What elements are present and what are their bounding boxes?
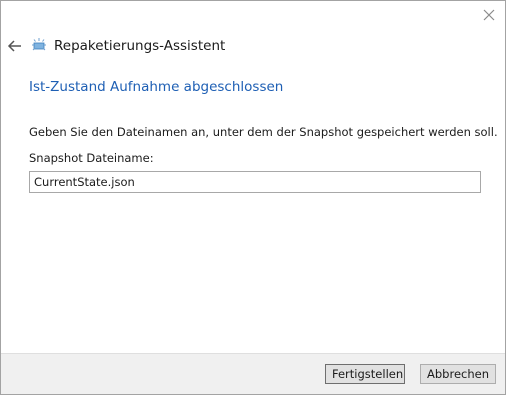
finish-button[interactable]: Fertigstellen — [325, 364, 405, 384]
back-arrow-icon[interactable] — [7, 38, 23, 52]
window-title: Repaketierungs-Assistent — [54, 38, 226, 54]
close-icon[interactable] — [481, 7, 497, 23]
package-icon — [30, 36, 48, 54]
button-bar: Fertigstellen Abbrechen — [1, 353, 505, 394]
snapshot-filename-input[interactable] — [29, 171, 481, 193]
wizard-window: Repaketierungs-Assistent Ist-Zustand Auf… — [0, 0, 506, 395]
instruction-text: Geben Sie den Dateinamen an, unter dem d… — [29, 125, 498, 139]
page-heading: Ist-Zustand Aufnahme abgeschlossen — [29, 79, 284, 95]
cancel-button[interactable]: Abbrechen — [420, 364, 496, 384]
snapshot-filename-label: Snapshot Dateiname: — [29, 151, 154, 165]
